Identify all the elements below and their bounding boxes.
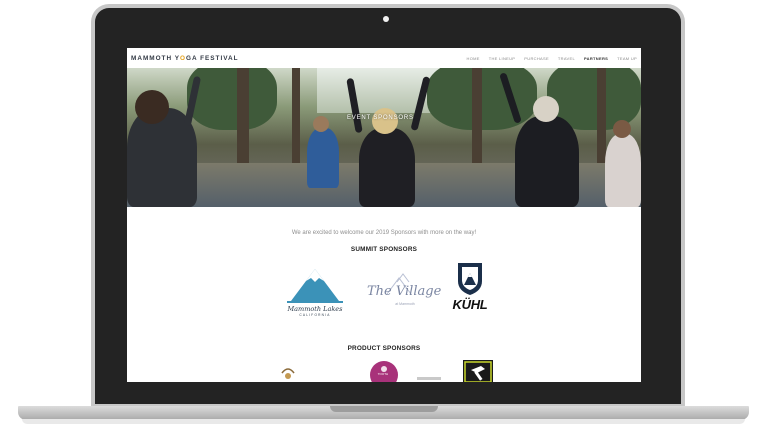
kuhl-logo[interactable]: KÜHL bbox=[445, 261, 495, 317]
main-nav: HOME THE LINEUP PURCHASE TRAVEL PARTNERS… bbox=[467, 56, 637, 61]
kuhl-wordmark: KÜHL bbox=[452, 297, 488, 312]
hero-person bbox=[359, 128, 415, 207]
laptop-base-shadow bbox=[22, 419, 745, 424]
nav-travel[interactable]: TRAVEL bbox=[558, 56, 575, 61]
summit-sponsors-heading: SUMMIT SPONSORS bbox=[350, 246, 418, 253]
nav-the-lineup[interactable]: THE LINEUP bbox=[489, 56, 516, 61]
hero-person-head bbox=[135, 90, 169, 124]
kuhl-shield-icon bbox=[458, 263, 482, 295]
badge-icon bbox=[281, 368, 295, 379]
hero-person-head bbox=[613, 120, 631, 138]
hero-banner: EVENT SPONSORS bbox=[127, 68, 641, 207]
nav-team-up[interactable]: TEAM UP bbox=[617, 56, 637, 61]
mountain-icon bbox=[287, 269, 343, 303]
stage: MAMMOTH YOGA FESTIVAL HOME THE LINEUP PU… bbox=[0, 0, 759, 425]
nav-purchase[interactable]: PURCHASE bbox=[524, 56, 549, 61]
mammoth-lakes-logo[interactable]: Mammoth Lakes CALIFORNIA bbox=[275, 265, 355, 321]
brand-text-end: GA FESTIVAL bbox=[185, 54, 239, 62]
product-sponsor-logo-2[interactable]: TOOTH bbox=[369, 360, 399, 382]
laptop-notch bbox=[330, 406, 438, 412]
hero-person bbox=[605, 134, 641, 207]
mammoth-lakes-wordmark: Mammoth Lakes bbox=[287, 305, 343, 313]
product-sponsors-heading: PRODUCT SPONSORS bbox=[347, 345, 421, 352]
hero-foliage bbox=[187, 68, 277, 130]
site-logo[interactable]: MAMMOTH YOGA FESTIVAL bbox=[131, 55, 239, 62]
laptop-screen: MAMMOTH YOGA FESTIVAL HOME THE LINEUP PU… bbox=[127, 48, 641, 382]
hero-tree bbox=[237, 68, 249, 173]
product-sponsor-logo-1[interactable] bbox=[279, 365, 297, 382]
webcam-icon bbox=[383, 16, 389, 22]
hero-person-head bbox=[313, 116, 329, 132]
site-header: MAMMOTH YOGA FESTIVAL HOME THE LINEUP PU… bbox=[127, 48, 641, 68]
hero-person bbox=[307, 128, 339, 188]
hammer-icon bbox=[464, 361, 492, 382]
hero-person-head bbox=[372, 108, 398, 134]
nav-partners[interactable]: PARTNERS bbox=[584, 56, 608, 61]
hero-person bbox=[515, 116, 579, 207]
hero-tree bbox=[472, 68, 482, 173]
sponsors-section: We are excited to welcome our 2019 Spons… bbox=[127, 207, 641, 382]
mammoth-lakes-subtitle: CALIFORNIA bbox=[299, 313, 331, 317]
nav-home[interactable]: HOME bbox=[467, 56, 480, 61]
product-sponsor-logo-3[interactable] bbox=[417, 377, 441, 380]
tooth-brand-wordmark: TOOTH bbox=[377, 372, 389, 376]
tooth-brand-circle-icon bbox=[370, 361, 398, 382]
village-subtitle: at Mammoth bbox=[395, 302, 415, 306]
sponsors-welcome-text: We are excited to welcome our 2019 Spons… bbox=[291, 230, 477, 236]
hero-tree bbox=[292, 68, 300, 173]
brand-text-start: MAMMOTH Y bbox=[131, 54, 180, 62]
the-village-logo[interactable]: The Village at Mammoth bbox=[367, 272, 442, 314]
hero-person-head bbox=[533, 96, 559, 122]
hero-caption: EVENT SPONSORS bbox=[347, 115, 414, 121]
village-wordmark: The Village bbox=[367, 284, 442, 299]
product-sponsor-logo-4[interactable] bbox=[463, 360, 493, 382]
